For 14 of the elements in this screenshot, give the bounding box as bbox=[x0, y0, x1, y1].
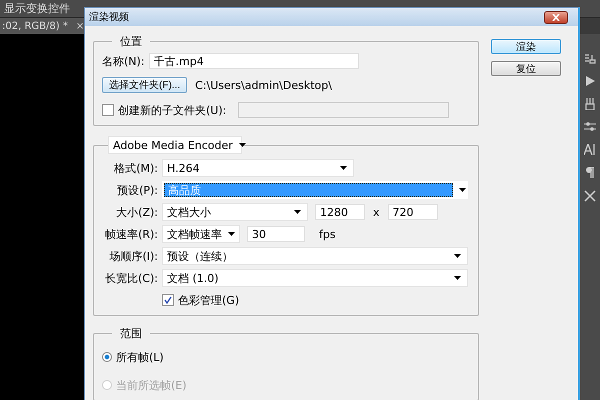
times-sign: x bbox=[372, 206, 381, 218]
field-label: 大小(Z): bbox=[115, 204, 158, 220]
options-label: 显示变换控件 bbox=[3, 1, 71, 16]
dialog-title: 渲染视频 bbox=[89, 10, 129, 24]
unit-label: fps bbox=[319, 228, 336, 240]
field-label: 格式(M): bbox=[113, 160, 158, 176]
group-title: 范围 bbox=[119, 326, 143, 341]
field-label: 预设(P): bbox=[116, 182, 158, 198]
field-label: 名称(N): bbox=[102, 54, 145, 68]
folder-path: C:\Users\admin\Desktop\ bbox=[195, 78, 332, 92]
field-label: 帧速率(R): bbox=[104, 226, 158, 242]
field-label: 长宽比(C): bbox=[104, 270, 158, 286]
group-title: 位置 bbox=[119, 34, 143, 49]
field-label: 场顺序(I): bbox=[108, 248, 158, 264]
